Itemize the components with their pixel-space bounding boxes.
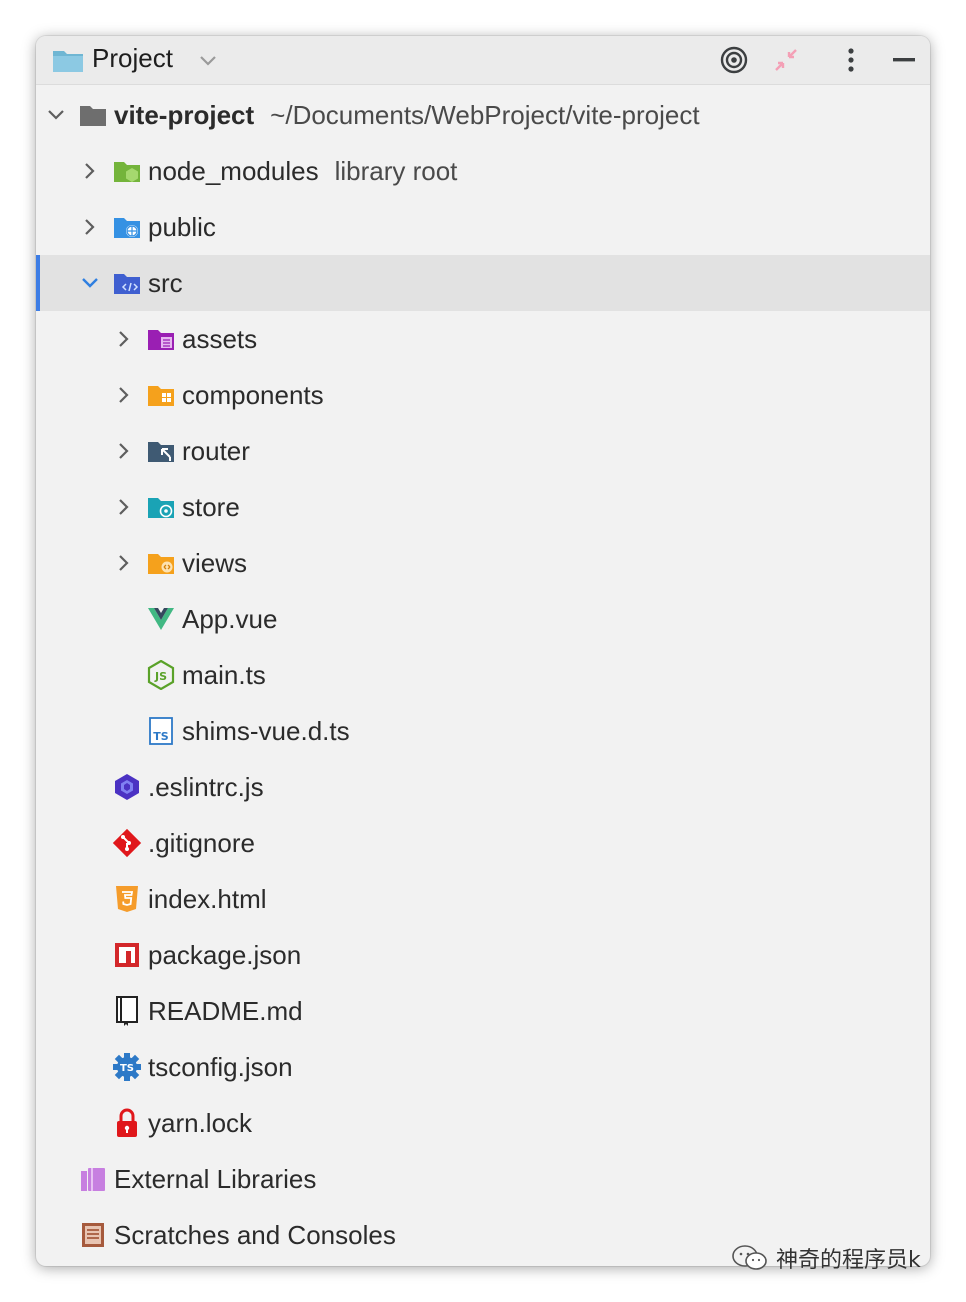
project-tree: vite-project ~/Documents/WebProject/vite-…: [36, 87, 930, 1263]
chevron-right-icon[interactable]: [112, 495, 136, 519]
index-html-name: index.html: [148, 883, 267, 914]
source-folder-icon: [112, 268, 142, 298]
minimize-icon[interactable]: [892, 36, 916, 84]
watermark-text: 神奇的程序员k: [776, 1248, 921, 1273]
app-vue-name: App.vue: [182, 603, 278, 634]
chevron-down-icon[interactable]: [198, 36, 218, 84]
tree-row-components[interactable]: components: [36, 367, 930, 423]
tree-row-app-vue[interactable]: App.vue: [36, 591, 930, 647]
nodejs-file-icon: JS: [146, 660, 176, 690]
tree-row-store[interactable]: store: [36, 479, 930, 535]
chevron-right-icon[interactable]: [112, 439, 136, 463]
store-folder-icon: [146, 492, 176, 522]
html-file-icon: [112, 884, 142, 914]
tsconfig-name: tsconfig.json: [148, 1051, 293, 1082]
tree-row-main-ts[interactable]: JS main.ts: [36, 647, 930, 703]
tree-row-eslintrc[interactable]: .eslintrc.js: [36, 759, 930, 815]
node-modules-folder-icon: [112, 156, 142, 186]
folder-icon: [78, 100, 108, 130]
svg-text:TS: TS: [120, 1063, 134, 1074]
views-folder-icon: [146, 548, 176, 578]
tree-row-assets[interactable]: assets: [36, 311, 930, 367]
chevron-right-icon[interactable]: [112, 327, 136, 351]
views-name: views: [182, 547, 248, 578]
components-name: components: [182, 379, 324, 410]
chevron-down-icon[interactable]: [44, 103, 68, 127]
collapse-all-icon[interactable]: [772, 36, 800, 84]
yarn-lock-name: yarn.lock: [148, 1107, 253, 1138]
tree-row-gitignore[interactable]: .gitignore: [36, 815, 930, 871]
tree-row-index-html[interactable]: index.html: [36, 871, 930, 927]
tree-row-src[interactable]: src: [36, 255, 930, 311]
chevron-right-icon[interactable]: [112, 383, 136, 407]
locate-target-icon[interactable]: [720, 36, 748, 84]
svg-text:JS: JS: [154, 670, 167, 683]
public-name: public: [148, 211, 216, 242]
public-folder-icon: [112, 212, 142, 242]
project-tool-window: Project vite-project ~/Documents/WebProj…: [36, 36, 930, 1266]
store-name: store: [182, 491, 240, 522]
readme-name: README.md: [148, 995, 303, 1026]
watermark: 神奇的程序员k: [730, 1240, 921, 1276]
folder-icon: [52, 36, 84, 84]
tree-row-yarn-lock[interactable]: yarn.lock: [36, 1095, 930, 1151]
git-file-icon: [112, 828, 142, 858]
more-options-icon[interactable]: [846, 36, 856, 84]
node-modules-name: node_modules: [148, 155, 319, 186]
router-name: router: [182, 435, 250, 466]
lock-icon: [112, 1108, 142, 1138]
npm-file-icon: [112, 940, 142, 970]
tree-row-package-json[interactable]: package.json: [36, 927, 930, 983]
eslint-file-icon: [112, 772, 142, 802]
chevron-right-icon[interactable]: [78, 215, 102, 239]
tree-row-readme[interactable]: README.md: [36, 983, 930, 1039]
scratches-notepad-icon: [78, 1220, 108, 1250]
chevron-right-icon[interactable]: [112, 551, 136, 575]
svg-text:TS: TS: [153, 730, 169, 743]
tree-row-vite-project[interactable]: vite-project ~/Documents/WebProject/vite-…: [36, 87, 930, 143]
src-name: src: [148, 267, 183, 298]
assets-name: assets: [182, 323, 258, 354]
components-folder-icon: [146, 380, 176, 410]
tree-row-tsconfig[interactable]: TS tsconfig.json: [36, 1039, 930, 1095]
typescript-file-icon: TS: [146, 716, 176, 746]
root-folder-name: vite-project: [114, 99, 255, 130]
wechat-logo-icon: [730, 1243, 770, 1273]
library-books-icon: [78, 1164, 108, 1194]
main-ts-name: main.ts: [182, 659, 266, 690]
library-root-hint: library root: [334, 155, 458, 186]
root-folder-path: ~/Documents/WebProject/vite-project: [270, 99, 700, 130]
tree-row-public[interactable]: public: [36, 199, 930, 255]
scratches-name: Scratches and Consoles: [114, 1219, 396, 1250]
package-json-name: package.json: [148, 939, 302, 970]
chevron-right-icon[interactable]: [78, 159, 102, 183]
router-folder-icon: [146, 436, 176, 466]
tree-row-external-libraries[interactable]: External Libraries: [36, 1151, 930, 1207]
tree-row-views[interactable]: views: [36, 535, 930, 591]
project-toolbar: Project: [36, 36, 930, 85]
vue-file-icon: [146, 604, 176, 634]
tsconfig-gear-icon: TS: [112, 1052, 142, 1082]
shims-vue-name: shims-vue.d.ts: [182, 715, 350, 746]
eslintrc-name: .eslintrc.js: [148, 771, 264, 802]
view-title[interactable]: Project: [92, 36, 173, 84]
external-libraries-name: External Libraries: [114, 1163, 317, 1194]
tree-row-router[interactable]: router: [36, 423, 930, 479]
chevron-down-icon[interactable]: [78, 271, 102, 295]
tree-row-node-modules[interactable]: node_modules library root: [36, 143, 930, 199]
readme-book-icon: [112, 996, 142, 1026]
gitignore-name: .gitignore: [148, 827, 255, 858]
assets-folder-icon: [146, 324, 176, 354]
tree-row-shims-vue[interactable]: TS shims-vue.d.ts: [36, 703, 930, 759]
